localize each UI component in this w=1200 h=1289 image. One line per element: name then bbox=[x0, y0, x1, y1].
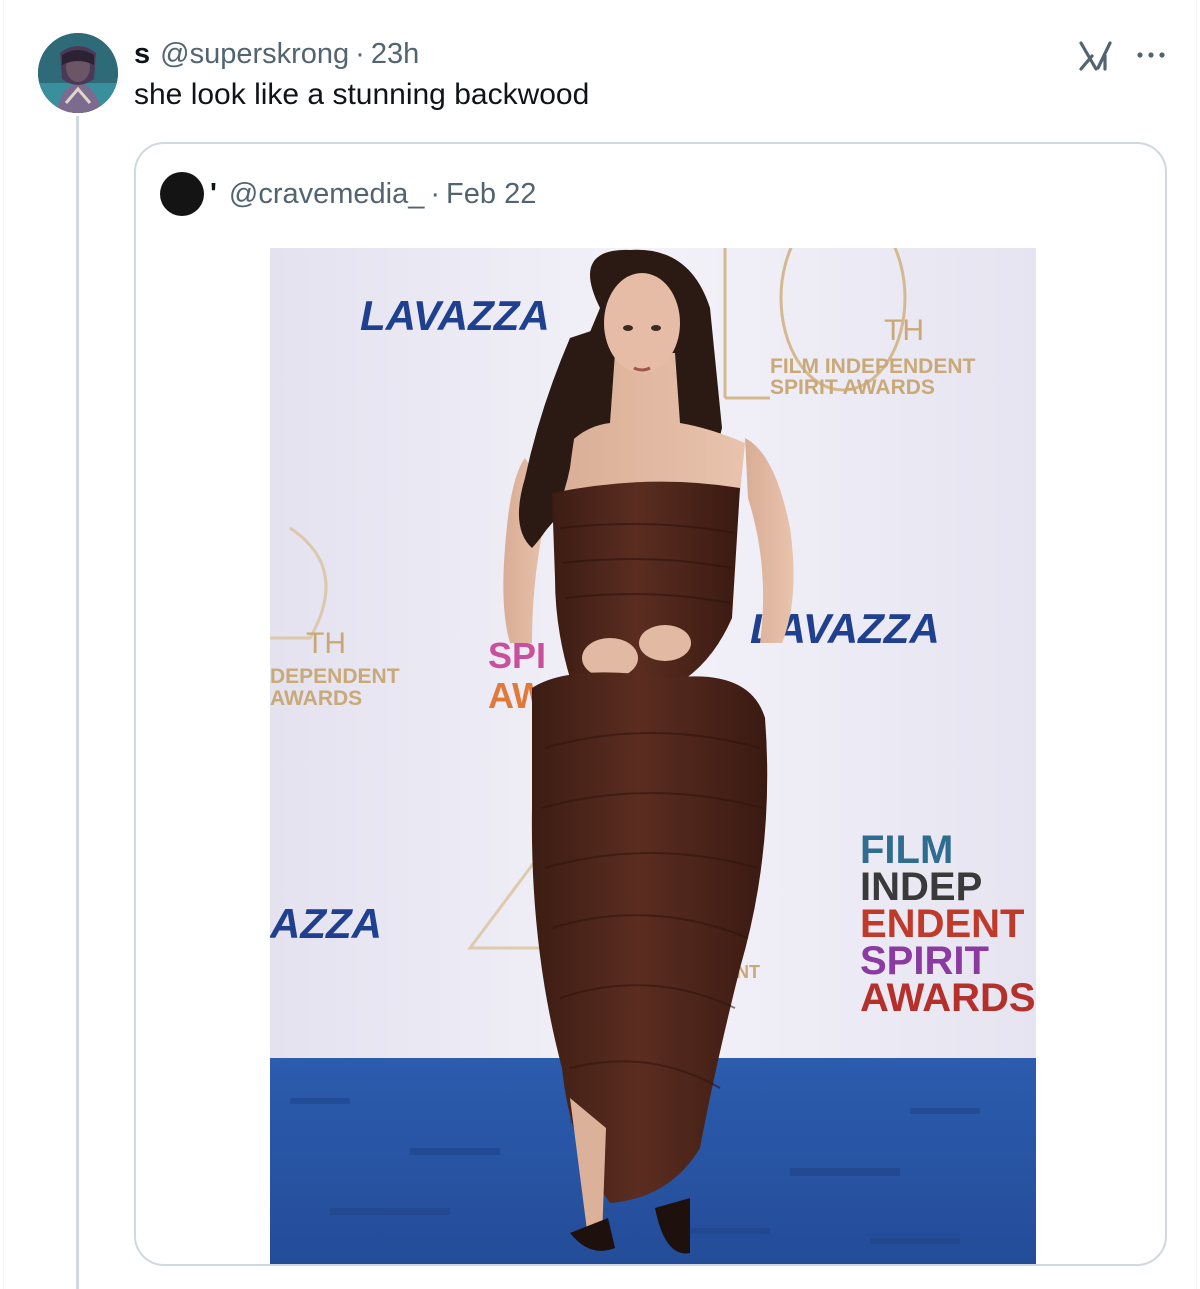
author-handle[interactable]: @superskrong bbox=[160, 38, 349, 71]
separator-dot: · bbox=[355, 37, 365, 70]
backdrop-event-line2: SPIRIT AWARDS bbox=[770, 376, 935, 399]
backdrop-40th-left: TH bbox=[306, 627, 346, 660]
avatar-image bbox=[38, 33, 118, 113]
more-options-icon[interactable] bbox=[1134, 40, 1168, 70]
backdrop-40th: TH bbox=[884, 314, 924, 347]
separator-dot: · bbox=[430, 177, 441, 210]
column-border-left bbox=[3, 0, 4, 1289]
backdrop-event-left1: DEPENDENT bbox=[270, 665, 400, 688]
quoted-tweet-date[interactable]: Feb 22 bbox=[446, 178, 536, 211]
tweet-text: she look like a stunning backwood bbox=[134, 78, 590, 111]
backdrop-logo-line5: AWARDS bbox=[860, 976, 1036, 1020]
backdrop-lavazza-3: AZZA bbox=[270, 900, 382, 947]
author-name[interactable]: s bbox=[134, 38, 150, 71]
tweet-header: s @superskrong · 23h bbox=[134, 34, 419, 74]
red-carpet-photo: LAVAZZA TH FILM INDEPENDENT SPIRIT AWARD… bbox=[270, 248, 1036, 1264]
quoted-author-avatar[interactable] bbox=[160, 172, 204, 216]
thread-connector-line bbox=[76, 116, 79, 1289]
quoted-author-name[interactable]: ' bbox=[210, 178, 217, 211]
backdrop-lavazza: LAVAZZA bbox=[360, 292, 550, 339]
quoted-tweet-header: ' @cravemedia_ · Feb 22 bbox=[210, 174, 536, 214]
author-avatar[interactable] bbox=[38, 33, 118, 113]
quoted-tweet-photo[interactable]: LAVAZZA TH FILM INDEPENDENT SPIRIT AWARD… bbox=[270, 248, 1036, 1264]
backdrop-event-line1: FILM INDEPENDENT bbox=[770, 355, 976, 378]
backdrop-event-left2: AWARDS bbox=[270, 687, 362, 710]
quoted-tweet-card[interactable]: ' @cravemedia_ · Feb 22 LAVAZZA TH FILM … bbox=[134, 142, 1167, 1266]
grok-icon[interactable] bbox=[1078, 38, 1114, 74]
column-border-right bbox=[1196, 0, 1197, 1289]
tweet-timestamp[interactable]: 23h bbox=[371, 38, 419, 71]
quoted-author-handle[interactable]: @cravemedia_ bbox=[229, 178, 424, 211]
